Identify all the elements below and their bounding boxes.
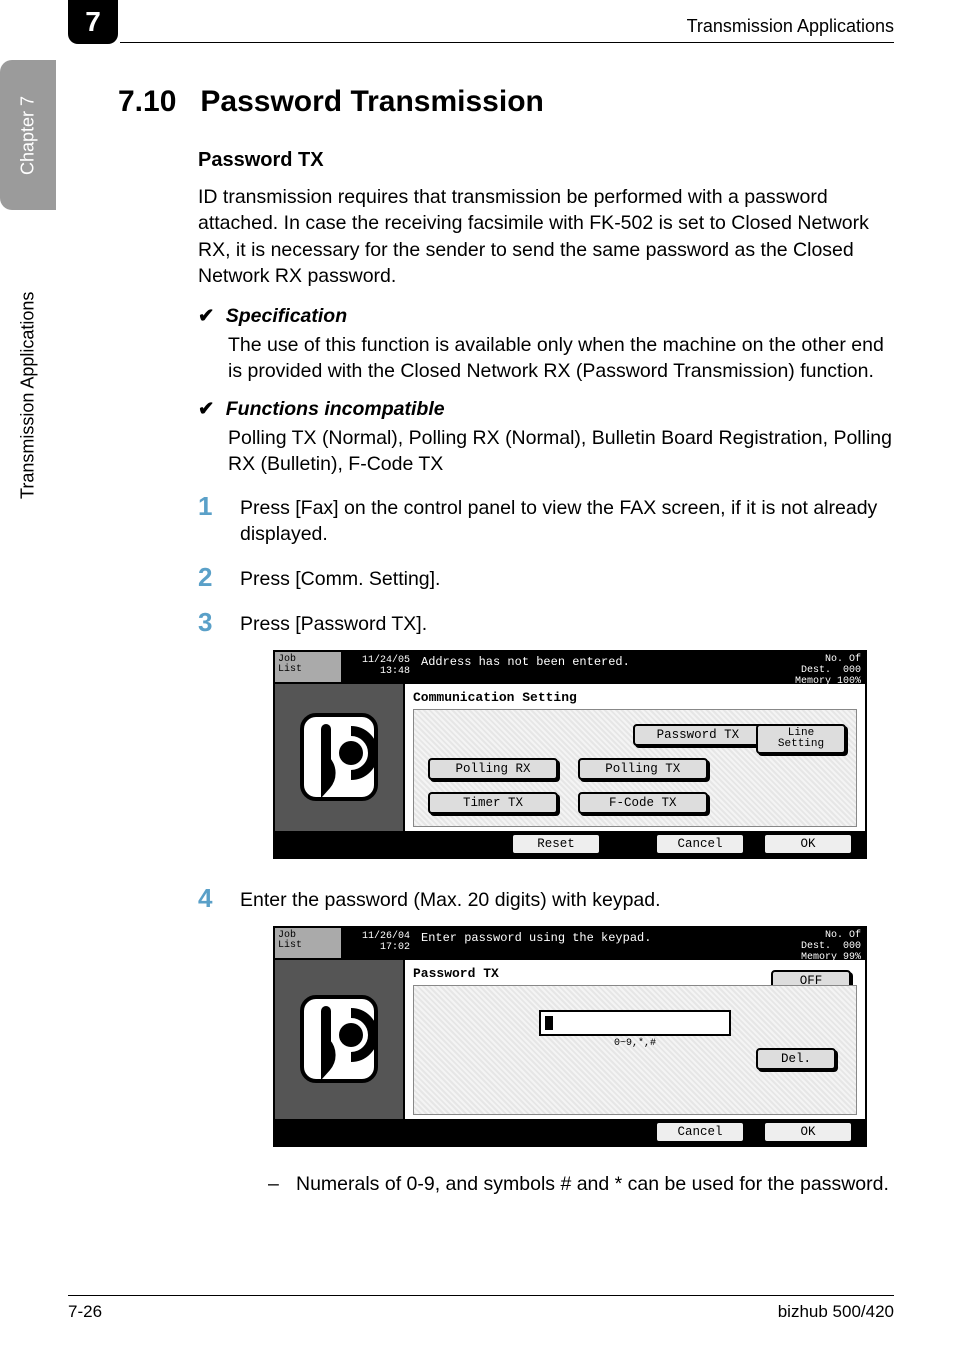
footer: 7-26 bizhub 500/420 — [68, 1295, 894, 1322]
password-field[interactable] — [539, 1010, 731, 1036]
check-spec-title: Specification — [226, 305, 347, 327]
polling-tx-button[interactable]: Polling TX — [578, 758, 708, 780]
lcd1-destcount: 000 — [843, 665, 861, 676]
section-heading: 7.10 Password Transmission — [118, 85, 894, 119]
section-title: Password Transmission — [200, 85, 543, 119]
side-section-label: Transmission Applications — [0, 230, 56, 560]
step-4-note-text: Numerals of 0-9, and symbols # and * can… — [296, 1171, 889, 1197]
ok-button[interactable]: OK — [763, 833, 853, 855]
step-4-text: Enter the password (Max. 20 digits) with… — [240, 883, 661, 914]
step-3: 3 Press [Password TX]. — [198, 607, 894, 638]
lcd1-right: Communication Setting Password TX Line S… — [405, 684, 865, 831]
side-chapter-label: Chapter 7 — [0, 60, 56, 210]
timer-tx-button[interactable]: Timer TX — [428, 792, 558, 814]
lcd-comm-setting: Job List 11/24/05 13:48 Address has not … — [273, 650, 867, 859]
chapter-tab: 7 — [68, 0, 118, 44]
lcd2-message: Enter password using the keypad. — [415, 928, 747, 958]
section-number: 7.10 — [118, 85, 176, 119]
fcode-tx-button[interactable]: F-Code TX — [578, 792, 708, 814]
lcd2-destcount: 000 — [843, 941, 861, 952]
check-incompat-title: Functions incompatible — [226, 398, 445, 420]
step-4-note: – Numerals of 0-9, and symbols # and * c… — [268, 1171, 894, 1197]
step-1-number: 1 — [198, 491, 240, 548]
line-setting-button[interactable]: Line Setting — [756, 724, 846, 754]
check-incompat: ✔ Functions incompatible — [198, 396, 894, 422]
step-2-number: 2 — [198, 562, 240, 593]
intro-paragraph: ID transmission requires that transmissi… — [198, 184, 894, 289]
subheading: Password TX — [198, 149, 894, 172]
page: 7 Chapter 7 Transmission Applications Tr… — [0, 0, 954, 1352]
lcd1-topbar: Job List 11/24/05 13:48 Address has not … — [275, 652, 865, 684]
lcd1-heading: Communication Setting — [413, 690, 857, 705]
password-tx-button[interactable]: Password TX — [633, 724, 763, 746]
check-spec-body: The use of this function is available on… — [228, 332, 894, 385]
lcd1-message: Address has not been entered. — [415, 652, 747, 682]
step-3-text: Press [Password TX]. — [240, 607, 427, 638]
password-entry: 0~9,*,# — [422, 1010, 848, 1049]
step-3-number: 3 — [198, 607, 240, 638]
step-2-text: Press [Comm. Setting]. — [240, 562, 440, 593]
lcd2-datetime: 11/26/04 17:02 — [343, 928, 415, 958]
polling-rx-button[interactable]: Polling RX — [428, 758, 558, 780]
lcd2-topbar: Job List 11/26/04 17:02 Enter password u… — [275, 928, 865, 960]
step-1-text: Press [Fax] on the control panel to view… — [240, 491, 894, 548]
lcd1-bottombar: Reset Cancel OK — [275, 831, 865, 857]
step-2: 2 Press [Comm. Setting]. — [198, 562, 894, 593]
del-button[interactable]: Del. — [756, 1048, 836, 1070]
lcd2-right: Password TX OFF Del. 0~9,*,# — [405, 960, 865, 1119]
lcd1-mode-icon — [275, 684, 405, 831]
check-icon: ✔ — [198, 305, 214, 327]
cancel-button[interactable]: Cancel — [655, 833, 745, 855]
lcd2-status: No. Of Dest. 000 Memory 99% — [747, 928, 865, 958]
lcd1-datetime: 11/24/05 13:48 — [343, 652, 415, 682]
step-4: 4 Enter the password (Max. 20 digits) wi… — [198, 883, 894, 914]
password-hint: 0~9,*,# — [614, 1038, 656, 1049]
header-right: Transmission Applications — [687, 16, 894, 37]
header-rule — [120, 42, 894, 43]
lcd2-mode-icon — [275, 960, 405, 1119]
lcd-password-tx: Job List 11/26/04 17:02 Enter password u… — [273, 926, 867, 1147]
check-icon: ✔ — [198, 398, 214, 420]
footer-page: 7-26 — [68, 1302, 102, 1322]
cancel-button[interactable]: Cancel — [655, 1121, 745, 1143]
footer-model: bizhub 500/420 — [778, 1302, 894, 1322]
content: 7.10 Password Transmission Password TX I… — [118, 85, 894, 1197]
lcd1-body: Communication Setting Password TX Line S… — [275, 684, 865, 831]
lcd1-status: No. Of Dest. 000 Memory 100% — [747, 652, 865, 682]
step-4-number: 4 — [198, 883, 240, 914]
lcd2-bottombar: Cancel OK — [275, 1119, 865, 1145]
reset-button[interactable]: Reset — [511, 833, 601, 855]
dash-icon: – — [268, 1171, 296, 1197]
check-incompat-body: Polling TX (Normal), Polling RX (Normal)… — [228, 425, 894, 478]
check-spec: ✔ Specification — [198, 303, 894, 329]
lcd2-grid: Del. 0~9,*,# — [413, 985, 857, 1115]
ok-button[interactable]: OK — [763, 1121, 853, 1143]
job-list-button[interactable]: Job List — [275, 652, 343, 682]
lcd1-grid: Password TX Line Setting Polling RX Poll… — [413, 709, 857, 827]
step-1: 1 Press [Fax] on the control panel to vi… — [198, 491, 894, 548]
job-list-button[interactable]: Job List — [275, 928, 343, 958]
lcd2-body: Password TX OFF Del. 0~9,*,# — [275, 960, 865, 1119]
text-cursor-icon — [545, 1016, 553, 1030]
